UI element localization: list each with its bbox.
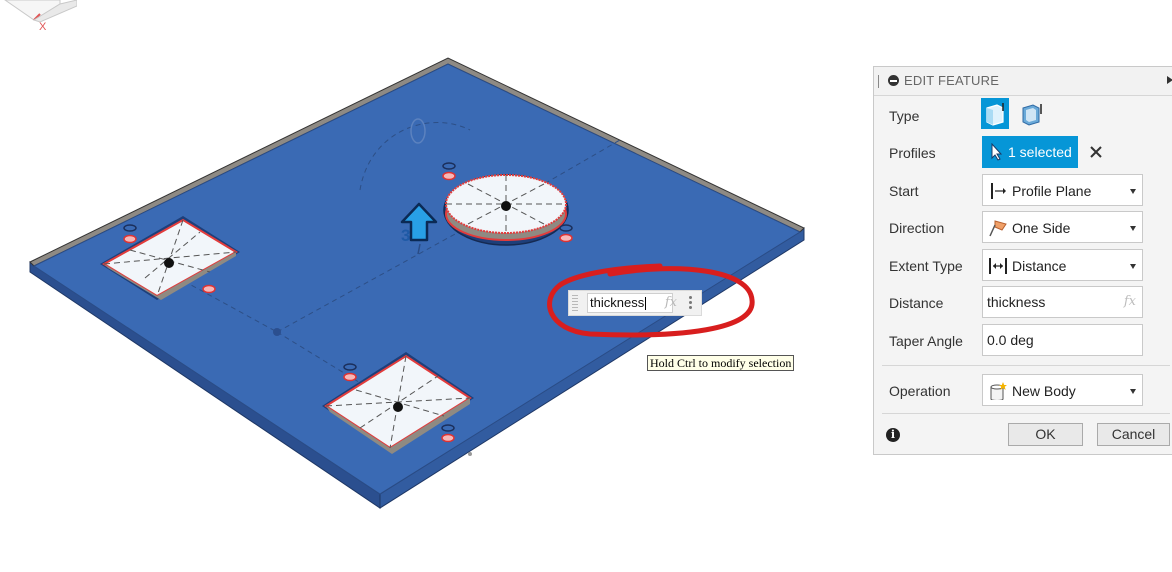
profiles-row: Profiles 1 selected — [874, 135, 1172, 171]
type-thin-button[interactable] — [1017, 98, 1045, 129]
start-label: Start — [889, 183, 919, 199]
edit-feature-panel: EDIT FEATURE Type Profiles 1 selected St… — [873, 66, 1172, 455]
distance-icon — [989, 258, 1007, 274]
profiles-label: Profiles — [889, 145, 936, 161]
direction-row: Direction One Side — [874, 210, 1172, 246]
start-dropdown[interactable]: Profile Plane — [982, 174, 1143, 206]
taper-angle-row: Taper Angle 0.0 deg — [874, 323, 1172, 359]
extrude-solid-icon — [986, 103, 1004, 126]
expand-arrow-icon[interactable] — [1167, 76, 1172, 84]
panel-title-bar[interactable]: EDIT FEATURE — [874, 67, 1172, 96]
heads-up-distance-input[interactable]: thickness fx — [568, 290, 702, 316]
clear-selection-icon[interactable] — [1088, 144, 1104, 160]
sketch-center-point — [273, 328, 281, 336]
collapse-icon[interactable] — [888, 75, 899, 86]
chevron-down-icon — [1130, 264, 1136, 269]
operation-value: New Body — [1012, 383, 1076, 399]
type-solid-button[interactable] — [981, 98, 1009, 129]
selection-tooltip: Hold Ctrl to modify selection — [647, 355, 795, 371]
divider — [882, 413, 1170, 414]
operation-label: Operation — [889, 383, 951, 399]
direction-label: Direction — [889, 220, 945, 236]
type-label: Type — [889, 108, 920, 124]
direction-value: One Side — [1012, 220, 1071, 236]
extent-type-row: Extent Type Distance — [874, 248, 1172, 284]
direction-dropdown[interactable]: One Side — [982, 211, 1143, 243]
panel-title: EDIT FEATURE — [904, 73, 1000, 88]
type-row: Type — [874, 98, 1172, 134]
extrude-thin-icon — [1022, 104, 1042, 126]
start-row: Start Profile Plane — [874, 173, 1172, 209]
chevron-down-icon — [1130, 389, 1136, 394]
hud-value-text: thickness — [590, 295, 645, 310]
fx-icon[interactable]: fx — [665, 291, 677, 315]
x-axis-label: X — [39, 21, 47, 33]
cursor-icon — [991, 143, 1003, 161]
chevron-down-icon — [1130, 189, 1136, 194]
text-caret — [645, 297, 647, 311]
new-body-icon — [990, 382, 1007, 400]
start-value: Profile Plane — [1012, 183, 1092, 199]
more-options-icon[interactable] — [689, 296, 693, 310]
info-icon[interactable]: i — [886, 428, 900, 442]
operation-dropdown[interactable]: New Body — [982, 374, 1143, 406]
profile-plane-icon — [991, 183, 1006, 199]
panel-drag-handle[interactable] — [878, 75, 879, 88]
distance-row: Distance thickness fx — [874, 285, 1172, 321]
profiles-value: 1 selected — [1008, 144, 1072, 160]
ok-button[interactable]: OK — [1008, 423, 1083, 446]
operation-row: Operation New Body — [874, 373, 1172, 409]
extent-type-value: Distance — [1012, 258, 1067, 274]
chevron-down-icon — [1130, 226, 1136, 231]
viewcube[interactable]: X — [0, 0, 77, 34]
distance-value: thickness — [987, 294, 1046, 310]
distance-label: Distance — [889, 295, 944, 311]
profiles-select-button[interactable]: 1 selected — [982, 136, 1078, 168]
taper-angle-label: Taper Angle — [889, 333, 963, 349]
one-side-icon — [989, 220, 1007, 237]
divider — [882, 365, 1170, 366]
extent-type-dropdown[interactable]: Distance — [982, 249, 1143, 281]
taper-angle-input[interactable]: 0.0 deg — [982, 324, 1143, 356]
taper-angle-value: 0.0 deg — [987, 332, 1034, 348]
drag-grip-icon[interactable] — [572, 295, 578, 311]
hud-value-field[interactable]: thickness — [587, 293, 673, 313]
distance-input[interactable]: thickness fx — [982, 286, 1143, 318]
extent-type-label: Extent Type — [889, 258, 963, 274]
fx-icon[interactable]: fx — [1124, 287, 1136, 317]
cancel-button[interactable]: Cancel — [1097, 423, 1170, 446]
